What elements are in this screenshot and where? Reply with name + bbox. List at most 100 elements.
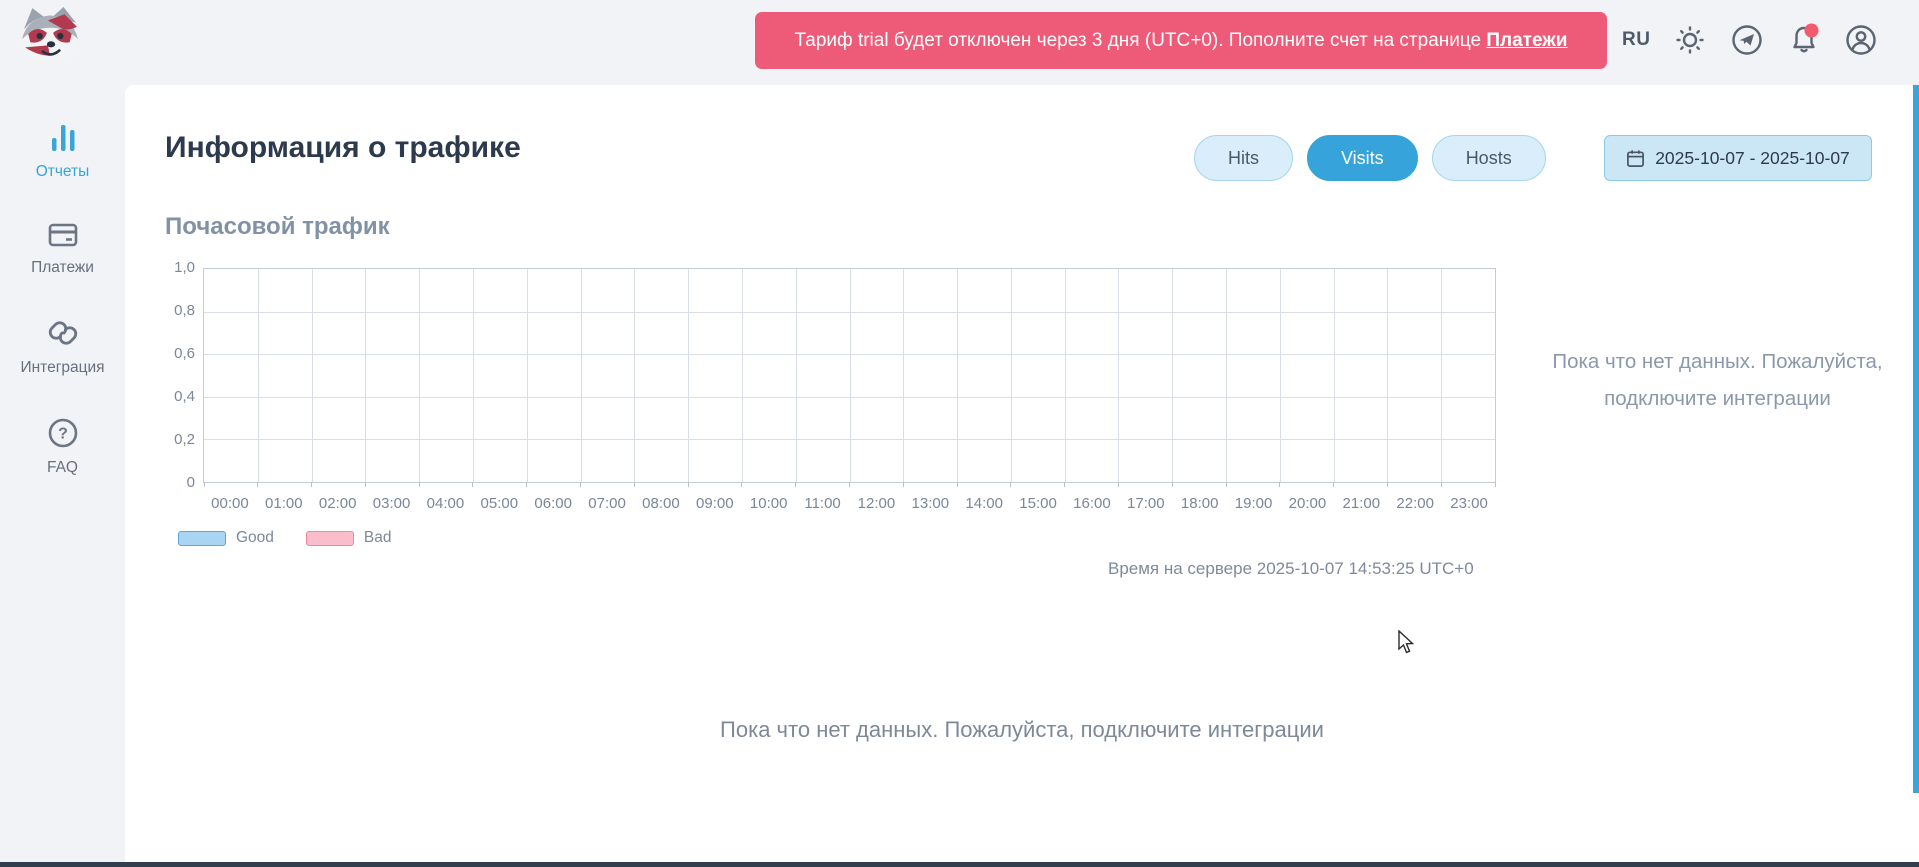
- x-axis-label: 20:00: [1289, 495, 1327, 512]
- x-axis-label: 12:00: [858, 495, 896, 512]
- axis-tick: [311, 482, 312, 487]
- sidebar-item-label: Отчеты: [36, 163, 90, 181]
- link-icon: [47, 317, 79, 354]
- tab-visits[interactable]: Visits: [1307, 135, 1418, 181]
- sidebar-item-reports[interactable]: Отчеты: [0, 123, 125, 181]
- axis-tick: [849, 482, 850, 487]
- x-axis-label: 13:00: [912, 495, 950, 512]
- axis-tick: [634, 482, 635, 487]
- legend-label: Good: [236, 529, 274, 547]
- theme-sun-icon[interactable]: [1673, 23, 1707, 57]
- axis-tick: [472, 482, 473, 487]
- gridline-vertical: [1065, 269, 1066, 482]
- sidebar-item-integration[interactable]: Интеграция: [0, 317, 125, 377]
- question-circle-icon: ?: [47, 417, 79, 454]
- x-axis-label: 18:00: [1181, 495, 1219, 512]
- section-title: Почасовой трафик: [165, 213, 390, 241]
- gridline-vertical: [1226, 269, 1227, 482]
- main-content: Информация о трафике Hits Visits Hosts 202…: [125, 85, 1919, 862]
- axis-tick: [1118, 482, 1119, 487]
- sidebar-item-label: Платежи: [31, 259, 94, 277]
- axis-tick: [1333, 482, 1334, 487]
- vertical-scrollbar-thumb[interactable]: [1913, 85, 1919, 793]
- x-axis-label: 17:00: [1127, 495, 1165, 512]
- account-icon[interactable]: [1844, 23, 1878, 57]
- x-axis-label: 16:00: [1073, 495, 1111, 512]
- x-axis-label: 05:00: [481, 495, 519, 512]
- legend-swatch-good: [178, 531, 226, 546]
- axis-tick: [419, 482, 420, 487]
- legend-swatch-bad: [306, 531, 354, 546]
- gridline-vertical: [634, 269, 635, 482]
- x-axis-label: 02:00: [319, 495, 357, 512]
- server-time: Время на сервере 2025-10-07 14:53:25 UTC…: [1108, 559, 1474, 579]
- gridline-vertical: [1441, 269, 1442, 482]
- axis-tick: [1064, 482, 1065, 487]
- x-axis-label: 07:00: [588, 495, 626, 512]
- axis-tick: [526, 482, 527, 487]
- gridline-vertical: [1334, 269, 1335, 482]
- date-range-picker[interactable]: 2025-10-07 - 2025-10-07: [1604, 135, 1872, 181]
- gridline-vertical: [312, 269, 313, 482]
- chart-plot-area: [203, 268, 1496, 483]
- sidebar-item-payments[interactable]: Платежи: [0, 221, 125, 277]
- x-axis-label: 11:00: [804, 495, 840, 512]
- gridline-vertical: [1172, 269, 1173, 482]
- y-axis-label: 0,8: [145, 302, 195, 319]
- payments-link[interactable]: Платежи: [1486, 30, 1567, 52]
- gridline-vertical: [419, 269, 420, 482]
- axis-tick: [365, 482, 366, 487]
- legend-label: Bad: [364, 529, 392, 547]
- gridline-vertical: [850, 269, 851, 482]
- raccoon-logo[interactable]: [16, 6, 84, 64]
- chart-legend: Good Bad: [178, 529, 414, 547]
- no-data-side-message: Пока что нет данных. Пожалуйста, подключ…: [1545, 343, 1890, 417]
- gridline-vertical: [796, 269, 797, 482]
- calendar-icon: [1626, 149, 1645, 168]
- header-controls: RU: [1622, 18, 1878, 62]
- x-axis-label: 01:00: [265, 495, 303, 512]
- x-axis-label: 21:00: [1343, 495, 1381, 512]
- tab-hits[interactable]: Hits: [1194, 135, 1293, 181]
- gridline-horizontal: [204, 312, 1495, 313]
- sidebar-item-label: FAQ: [47, 459, 78, 477]
- axis-tick: [1172, 482, 1173, 487]
- date-range-value: 2025-10-07 - 2025-10-07: [1655, 148, 1850, 169]
- x-axis-label: 00:00: [211, 495, 249, 512]
- axis-tick: [204, 482, 205, 487]
- x-axis-label: 14:00: [965, 495, 1003, 512]
- language-switcher[interactable]: RU: [1622, 29, 1650, 51]
- gridline-vertical: [957, 269, 958, 482]
- gridline-horizontal: [204, 397, 1495, 398]
- gridline-horizontal: [204, 354, 1495, 355]
- gridline-vertical: [1118, 269, 1119, 482]
- notification-dot: [1805, 24, 1819, 38]
- gridline-vertical: [1387, 269, 1388, 482]
- page-title: Информация о трафике: [165, 131, 521, 165]
- axis-tick: [1010, 482, 1011, 487]
- x-axis-label: 22:00: [1396, 495, 1434, 512]
- y-axis-label: 1,0: [145, 259, 195, 276]
- axis-tick: [580, 482, 581, 487]
- gridline-vertical: [1280, 269, 1281, 482]
- axis-tick: [688, 482, 689, 487]
- axis-tick: [1279, 482, 1280, 487]
- x-axis-label: 08:00: [642, 495, 680, 512]
- x-axis-label: 03:00: [373, 495, 411, 512]
- axis-tick: [741, 482, 742, 487]
- gridline-horizontal: [204, 439, 1495, 440]
- telegram-icon[interactable]: [1730, 23, 1764, 57]
- sidebar-item-faq[interactable]: ? FAQ: [0, 417, 125, 477]
- notifications-bell-icon[interactable]: [1787, 23, 1821, 57]
- sidebar-item-label: Интеграция: [20, 359, 104, 377]
- trial-banner: Тариф trial будет отключен через 3 дня (…: [755, 12, 1607, 69]
- axis-tick: [903, 482, 904, 487]
- axis-tick: [1387, 482, 1388, 487]
- x-axis-label: 09:00: [696, 495, 734, 512]
- axis-tick: [1495, 482, 1496, 487]
- gridline-vertical: [742, 269, 743, 482]
- x-axis-label: 19:00: [1235, 495, 1273, 512]
- tab-hosts[interactable]: Hosts: [1432, 135, 1546, 181]
- axis-tick: [257, 482, 258, 487]
- gridline-vertical: [473, 269, 474, 482]
